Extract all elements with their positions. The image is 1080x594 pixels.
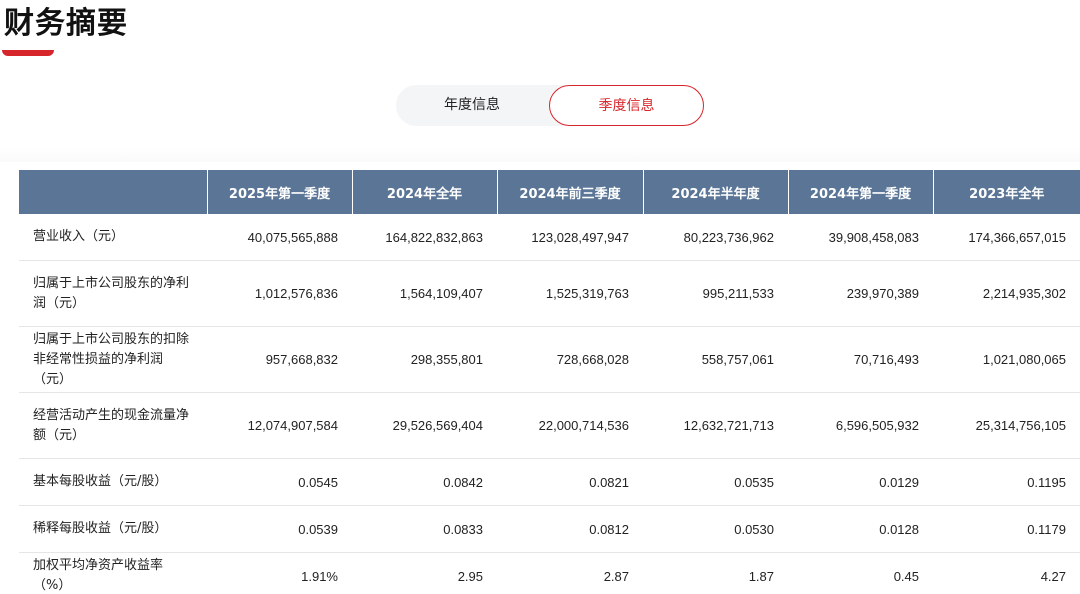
row-label: 营业收入（元） (19, 214, 207, 261)
table-cell: 12,632,721,713 (643, 392, 788, 459)
table-cell: 40,075,565,888 (207, 214, 352, 261)
table-cell: 0.1195 (933, 458, 1080, 506)
table-cell: 728,668,028 (497, 326, 643, 393)
table-cell: 2.95 (352, 552, 497, 594)
table-cell: 70,716,493 (788, 326, 933, 393)
page-title: 财务摘要 (4, 6, 128, 41)
financial-table: 2025年第一季度 2024年全年 2024年前三季度 2024年半年度 202… (19, 170, 1080, 594)
column-header: 2024年半年度 (643, 170, 789, 214)
table-cell: 6,596,505,932 (788, 392, 933, 459)
table-cell: 1.87 (643, 552, 788, 594)
table-cell: 25,314,756,105 (933, 392, 1080, 459)
section-divider (0, 148, 1080, 162)
column-header: 2024年第一季度 (788, 170, 934, 214)
period-toggle: 年度信息 季度信息 (396, 85, 704, 126)
table-cell: 0.0833 (352, 505, 497, 553)
table-cell: 1,564,109,407 (352, 260, 497, 327)
table-cell: 164,822,832,863 (352, 214, 497, 261)
table-cell: 0.0539 (207, 505, 352, 553)
row-label: 归属于上市公司股东的净利润（元） (19, 260, 207, 327)
column-header: 2023年全年 (933, 170, 1080, 214)
row-label: 经营活动产生的现金流量净额（元） (19, 392, 207, 459)
table-row: 基本每股收益（元/股） 0.0545 0.0842 0.0821 0.0535 … (19, 458, 1080, 506)
table-cell: 0.0842 (352, 458, 497, 506)
table-cell: 0.0129 (788, 458, 933, 506)
row-label: 稀释每股收益（元/股） (19, 505, 207, 553)
table-cell: 2.87 (497, 552, 643, 594)
table-cell: 239,970,389 (788, 260, 933, 327)
table-row: 稀释每股收益（元/股） 0.0539 0.0833 0.0812 0.0530 … (19, 505, 1080, 553)
table-row: 经营活动产生的现金流量净额（元） 12,074,907,584 29,526,5… (19, 392, 1080, 459)
title-accent-bar (2, 50, 54, 56)
table-header-row: 2025年第一季度 2024年全年 2024年前三季度 2024年半年度 202… (19, 170, 1080, 214)
table-row: 营业收入（元） 40,075,565,888 164,822,832,863 1… (19, 214, 1080, 261)
tab-quarterly-info[interactable]: 季度信息 (549, 85, 704, 126)
table-cell: 0.0545 (207, 458, 352, 506)
table-cell: 957,668,832 (207, 326, 352, 393)
column-header (19, 170, 208, 214)
table-cell: 12,074,907,584 (207, 392, 352, 459)
table-cell: 995,211,533 (643, 260, 788, 327)
table-cell: 0.0821 (497, 458, 643, 506)
table-cell: 0.0530 (643, 505, 788, 553)
table-cell: 0.0535 (643, 458, 788, 506)
table-cell: 0.0812 (497, 505, 643, 553)
column-header: 2025年第一季度 (207, 170, 353, 214)
row-label: 归属于上市公司股东的扣除非经常性损益的净利润（元） (19, 326, 207, 393)
row-label: 基本每股收益（元/股） (19, 458, 207, 506)
table-row: 归属于上市公司股东的扣除非经常性损益的净利润（元） 957,668,832 29… (19, 326, 1080, 393)
column-header: 2024年全年 (352, 170, 498, 214)
table-row: 加权平均净资产收益率（%） 1.91% 2.95 2.87 1.87 0.45 … (19, 552, 1080, 594)
table-cell: 29,526,569,404 (352, 392, 497, 459)
table-cell: 0.45 (788, 552, 933, 594)
tab-annual-info[interactable]: 年度信息 (396, 85, 548, 126)
table-cell: 174,366,657,015 (933, 214, 1080, 261)
table-cell: 22,000,714,536 (497, 392, 643, 459)
financial-summary-page: 财务摘要 年度信息 季度信息 2025年第一季度 2024年全年 2024年前三… (0, 0, 1080, 594)
table-cell: 2,214,935,302 (933, 260, 1080, 327)
table-cell: 1,525,319,763 (497, 260, 643, 327)
table-cell: 0.0128 (788, 505, 933, 553)
table-cell: 558,757,061 (643, 326, 788, 393)
table-cell: 298,355,801 (352, 326, 497, 393)
table-row: 归属于上市公司股东的净利润（元） 1,012,576,836 1,564,109… (19, 260, 1080, 327)
table-cell: 80,223,736,962 (643, 214, 788, 261)
table-cell: 4.27 (933, 552, 1080, 594)
row-label: 加权平均净资产收益率（%） (19, 552, 207, 594)
table-cell: 39,908,458,083 (788, 214, 933, 261)
table-cell: 0.1179 (933, 505, 1080, 553)
table-cell: 1.91% (207, 552, 352, 594)
table-cell: 1,012,576,836 (207, 260, 352, 327)
column-header: 2024年前三季度 (497, 170, 644, 214)
table-cell: 1,021,080,065 (933, 326, 1080, 393)
table-cell: 123,028,497,947 (497, 214, 643, 261)
